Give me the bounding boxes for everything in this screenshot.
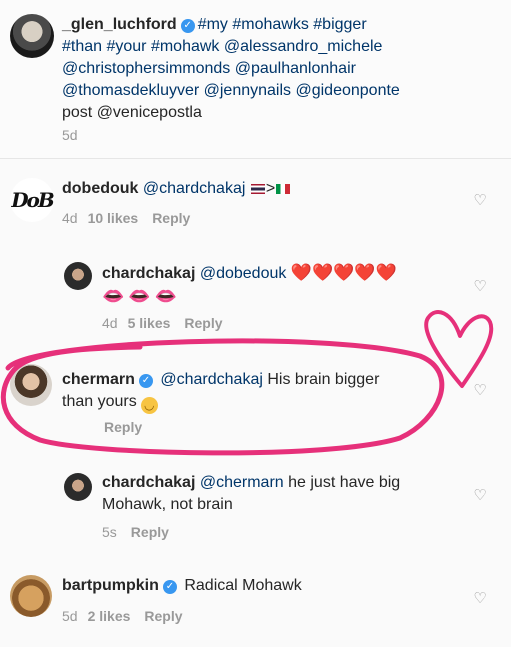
comment-likes[interactable]: 2 likes <box>88 608 131 624</box>
caption-time: 5d <box>62 127 78 143</box>
comment-username[interactable]: dobedouk <box>62 180 138 197</box>
thai-flag-icon <box>250 183 265 194</box>
avatar-logo-text: DoB <box>11 188 54 212</box>
comment-text: chardchakaj @chermarn he just have big M… <box>102 472 462 516</box>
comment-body-a: he just have big <box>288 474 401 491</box>
hearts-emoji: ❤️❤️❤️❤️❤️ <box>290 263 397 282</box>
avatar[interactable]: DoB <box>10 178 54 222</box>
comment-time: 4d <box>62 210 78 226</box>
heart-outline-icon[interactable]: ♡ <box>472 193 488 209</box>
comment-text: dobedouk @chardchakaj > <box>62 178 291 200</box>
comment-tail: > <box>265 180 276 197</box>
smiling-face-emoji: ◡ <box>140 397 158 414</box>
verified-badge-icon: ✓ <box>180 19 195 33</box>
caption-line-3[interactable]: @christophersimmonds @paulhanlonhair <box>62 60 356 77</box>
comment-time: 5s <box>102 524 117 540</box>
heart-outline-icon[interactable]: ♡ <box>472 383 488 399</box>
comment-meta: 4d 10 likes Reply <box>62 209 190 227</box>
annotation-heart <box>424 310 494 388</box>
comment-username[interactable]: chardchakaj <box>102 474 195 491</box>
comment-body-b: than yours <box>62 393 137 410</box>
avatar[interactable] <box>10 364 52 406</box>
comment-meta: Reply <box>104 418 142 436</box>
comment-username[interactable]: chardchakaj <box>102 265 195 282</box>
comment-text: chardchakaj @dobedouk ❤️❤️❤️❤️❤️ 👄👄👄 <box>102 262 462 309</box>
reply-button[interactable]: Reply <box>144 608 182 624</box>
avatar[interactable] <box>10 575 52 617</box>
comment-mention[interactable]: @chardchakaj <box>143 180 246 197</box>
heart-outline-icon[interactable]: ♡ <box>472 279 488 295</box>
caption-text: _glen_luchford ✓ #my #mohawks #bigger #tha… <box>62 14 502 124</box>
comment-text: chermarn ✓ @chardchakaj His brain bigger … <box>62 369 422 414</box>
comment-mention[interactable]: @chardchakaj <box>160 371 263 388</box>
comment-time: 4d <box>102 315 118 331</box>
reply-button[interactable]: Reply <box>104 419 142 435</box>
comment-text: bartpumpkin ✓ Radical Mohawk <box>62 575 302 597</box>
avatar[interactable] <box>10 14 54 58</box>
verified-badge-icon: ✓ <box>162 580 177 594</box>
lips-emoji: 👄👄👄 <box>102 286 182 306</box>
reply-button[interactable]: Reply <box>131 524 169 540</box>
comment-username[interactable]: bartpumpkin <box>62 577 159 594</box>
caption-tags[interactable]: #my #mohawks #bigger <box>198 16 367 33</box>
caption-username[interactable]: _glen_luchford <box>62 16 177 33</box>
comment-body-b: Mohawk, not brain <box>102 496 233 513</box>
comment-meta: 5s Reply <box>102 523 169 541</box>
reply-button[interactable]: Reply <box>184 315 222 331</box>
caption-line-4[interactable]: @thomasdekluyver @jennynails @gideonpont… <box>62 82 400 99</box>
post-caption: _glen_luchford ✓ #my #mohawks #bigger #tha… <box>0 0 511 159</box>
comment-body-a: His brain bigger <box>267 371 380 388</box>
comment-likes[interactable]: 5 likes <box>128 315 171 331</box>
heart-outline-icon[interactable]: ♡ <box>472 488 488 504</box>
caption-line-5[interactable]: post @venicepostla <box>62 104 202 121</box>
avatar[interactable] <box>64 262 92 290</box>
comment-body: Radical Mohawk <box>184 577 302 594</box>
italy-flag-icon <box>276 183 291 194</box>
verified-badge-icon: ✓ <box>138 374 153 388</box>
avatar[interactable] <box>64 473 92 501</box>
comment-meta: 4d 5 likes Reply <box>102 314 223 332</box>
heart-outline-icon[interactable]: ♡ <box>472 591 488 607</box>
comment-username[interactable]: chermarn <box>62 371 135 388</box>
comment-meta: 5d 2 likes Reply <box>62 607 183 625</box>
comment-mention[interactable]: @chermarn <box>200 474 284 491</box>
comment-likes[interactable]: 10 likes <box>88 210 139 226</box>
comment-time: 5d <box>62 608 78 624</box>
reply-button[interactable]: Reply <box>152 210 190 226</box>
caption-line-2[interactable]: #than #your #mohawk @alessandro_michele <box>62 38 382 55</box>
comment-mention[interactable]: @dobedouk <box>200 265 287 282</box>
